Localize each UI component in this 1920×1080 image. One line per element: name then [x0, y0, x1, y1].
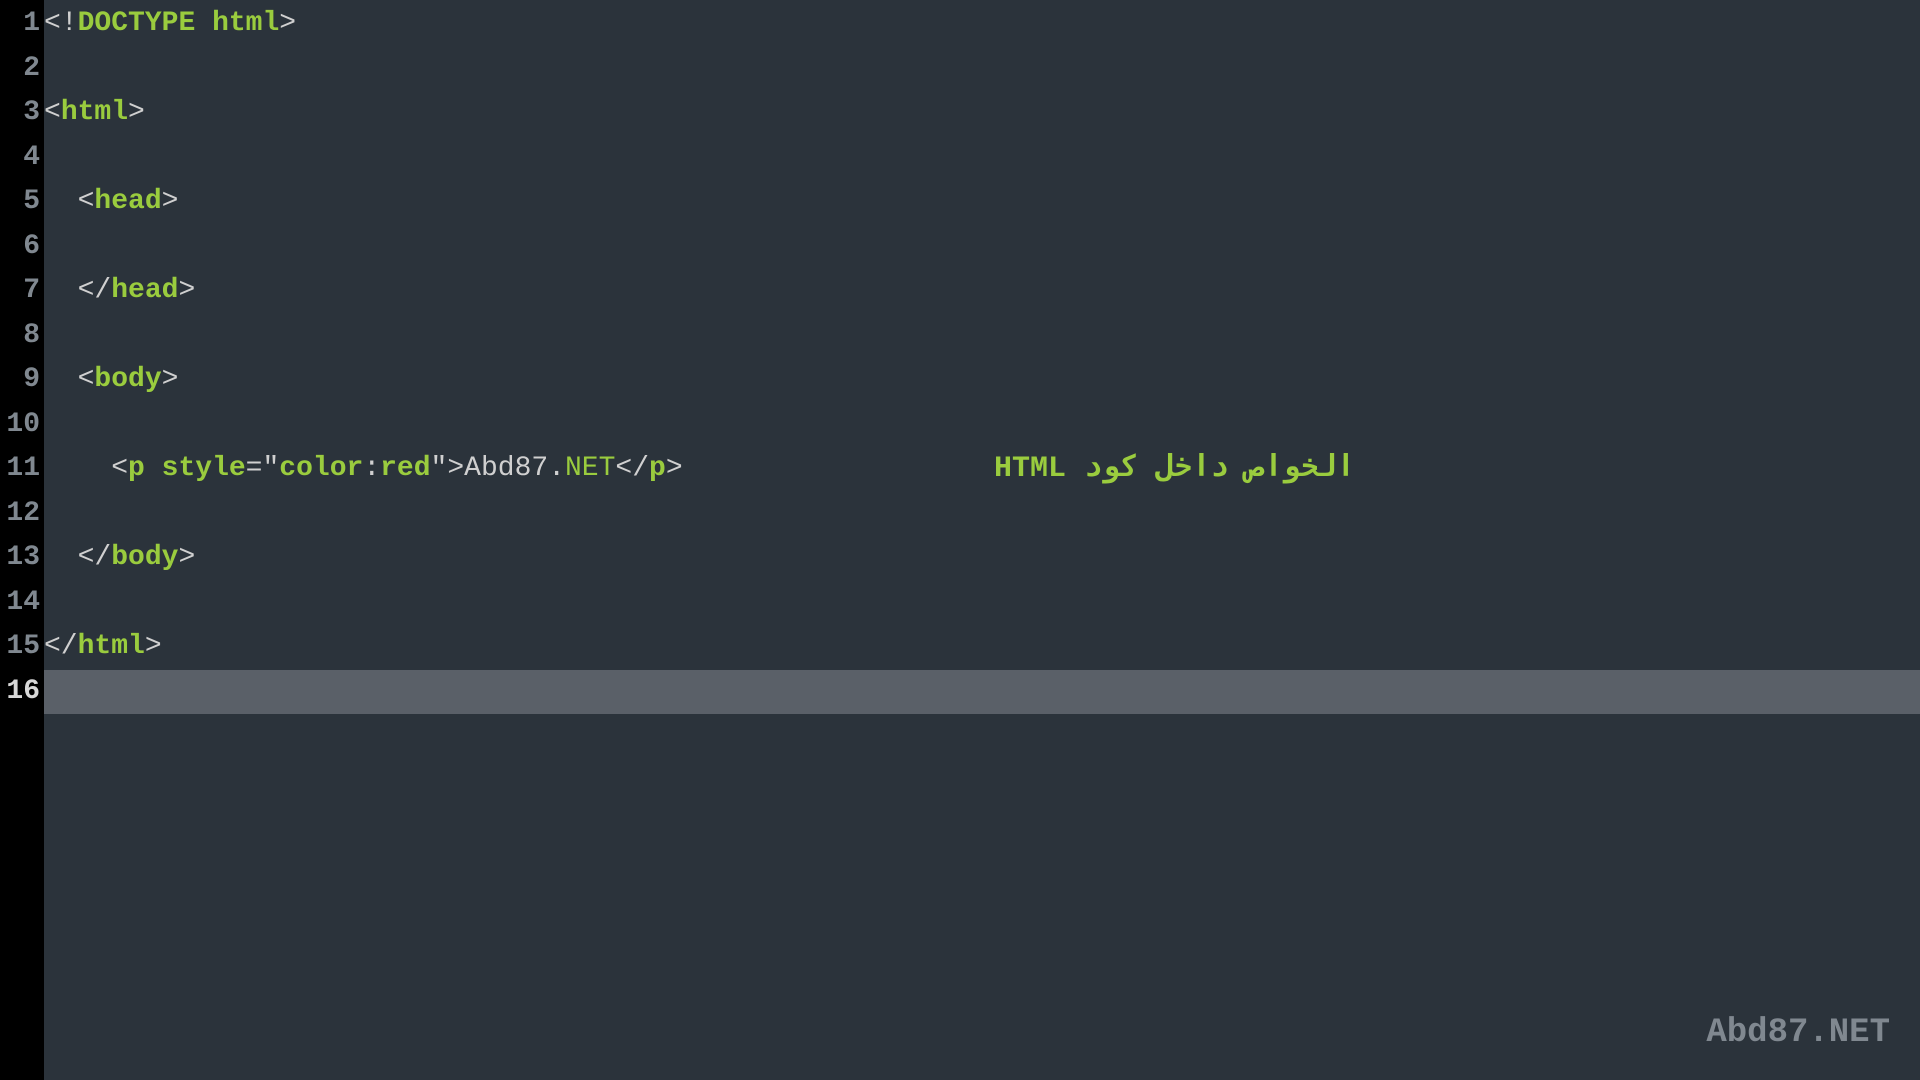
- line-number[interactable]: 2: [0, 47, 44, 92]
- line-number[interactable]: 8: [0, 314, 44, 359]
- indent: [44, 364, 78, 395]
- css-color: color: [279, 453, 363, 484]
- text: Abd87: [464, 453, 548, 484]
- line-number[interactable]: 13: [0, 536, 44, 581]
- tag-html: html: [78, 631, 145, 662]
- line-number[interactable]: 1: [0, 2, 44, 47]
- punct: >: [178, 542, 195, 573]
- line-number[interactable]: 16: [0, 670, 44, 715]
- tag-body: body: [111, 542, 178, 573]
- code-line[interactable]: [44, 492, 1920, 537]
- punct: >: [666, 453, 683, 484]
- indent: [44, 186, 78, 217]
- line-number[interactable]: 9: [0, 358, 44, 403]
- quote: ": [262, 453, 279, 484]
- line-number[interactable]: 5: [0, 180, 44, 225]
- code-line[interactable]: [44, 47, 1920, 92]
- line-number-gutter: 1 2 3 4 5 6 7 8 9 10 11 12 13 14 15 16: [0, 0, 44, 1080]
- punct: </: [78, 275, 112, 306]
- css-red: red: [380, 453, 430, 484]
- keyword-html: html: [212, 8, 279, 39]
- code-line[interactable]: <!DOCTYPE html>: [44, 2, 1920, 47]
- code-line[interactable]: <head>: [44, 180, 1920, 225]
- line-number[interactable]: 3: [0, 91, 44, 136]
- punct: <: [44, 97, 61, 128]
- code-line[interactable]: [44, 403, 1920, 448]
- code-line-current[interactable]: [44, 670, 1920, 715]
- punct: <: [44, 8, 61, 39]
- punct: >: [128, 97, 145, 128]
- equals: =: [246, 453, 263, 484]
- punct: >: [162, 364, 179, 395]
- indent: [44, 453, 111, 484]
- attr-style: style: [162, 453, 246, 484]
- tag-head: head: [94, 186, 161, 217]
- code-line[interactable]: <body>: [44, 358, 1920, 403]
- punct: !: [61, 8, 78, 39]
- line-number[interactable]: 6: [0, 225, 44, 270]
- punct: >: [447, 453, 464, 484]
- dot: .: [548, 453, 565, 484]
- tag-html: html: [61, 97, 128, 128]
- code-line[interactable]: [44, 136, 1920, 181]
- line-number[interactable]: 10: [0, 403, 44, 448]
- punct: </: [78, 542, 112, 573]
- tag-p: p: [128, 453, 145, 484]
- code-line[interactable]: [44, 581, 1920, 626]
- code-line[interactable]: </html>: [44, 625, 1920, 670]
- code-area[interactable]: <!DOCTYPE html> <html> <head> </head> <b…: [44, 0, 1920, 1080]
- punct: <: [78, 186, 95, 217]
- code-line[interactable]: <html>: [44, 91, 1920, 136]
- text: NET: [565, 453, 615, 484]
- punct: </: [615, 453, 649, 484]
- line-number[interactable]: 7: [0, 269, 44, 314]
- code-line[interactable]: </body>: [44, 536, 1920, 581]
- punct: >: [162, 186, 179, 217]
- quote: ": [431, 453, 448, 484]
- punct: >: [178, 275, 195, 306]
- space: [145, 453, 162, 484]
- code-line[interactable]: [44, 314, 1920, 359]
- line-number[interactable]: 15: [0, 625, 44, 670]
- annotation-label: الخواص داخل كود HTML: [994, 447, 1355, 492]
- line-number[interactable]: 12: [0, 492, 44, 537]
- code-line[interactable]: </head>: [44, 269, 1920, 314]
- punct: >: [145, 631, 162, 662]
- indent: [44, 275, 78, 306]
- punct: >: [279, 8, 296, 39]
- punct: <: [78, 364, 95, 395]
- code-editor: 1 2 3 4 5 6 7 8 9 10 11 12 13 14 15 16 <…: [0, 0, 1920, 1080]
- punct: <: [111, 453, 128, 484]
- line-number[interactable]: 14: [0, 581, 44, 626]
- line-number[interactable]: 11: [0, 447, 44, 492]
- colon: :: [363, 453, 380, 484]
- keyword-doctype: DOCTYPE: [78, 8, 196, 39]
- space: [195, 8, 212, 39]
- code-line[interactable]: <p style="color:red">Abd87.NET</p>الخواص…: [44, 447, 1920, 492]
- indent: [44, 542, 78, 573]
- tag-p: p: [649, 453, 666, 484]
- tag-body: body: [94, 364, 161, 395]
- line-number[interactable]: 4: [0, 136, 44, 181]
- watermark: Abd87.NET: [1706, 1014, 1890, 1052]
- tag-head: head: [111, 275, 178, 306]
- code-line[interactable]: [44, 225, 1920, 270]
- punct: </: [44, 631, 78, 662]
